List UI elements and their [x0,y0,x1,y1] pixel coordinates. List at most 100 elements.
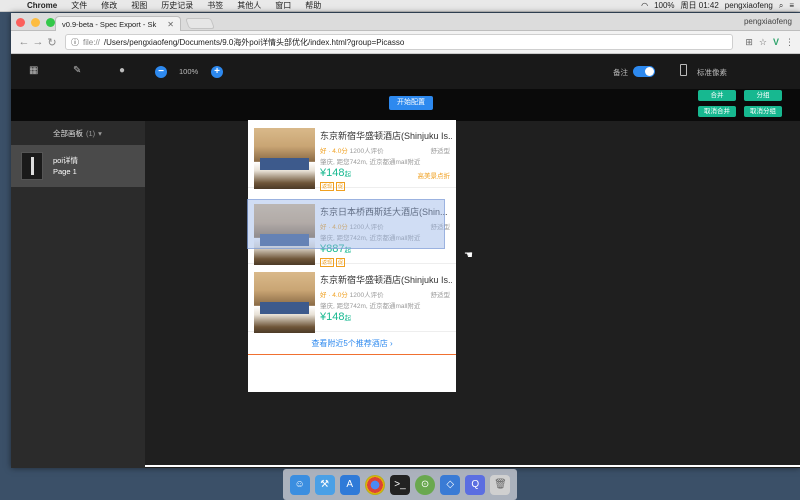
ungroup-button[interactable]: 取消分组 [744,106,782,117]
tab-title: v0.9-beta - Spec Export - Sk [62,19,157,29]
notes-toggle-label: 备注 [613,68,628,77]
review-count: 1200人评价 [349,292,384,299]
notes-edit-icon[interactable]: ✎ [73,65,81,76]
view-more-link[interactable]: 查看附近5个推荐酒店 › [248,338,456,349]
new-tab-button[interactable] [184,18,216,29]
score-value: 好 · 4.0分 [320,148,348,155]
quicktime-icon[interactable]: Q [465,474,486,495]
color-drop-icon[interactable]: ● [119,65,125,76]
artboard-count: (1) [86,128,96,138]
chrome-icon[interactable] [364,474,385,495]
zoom-level: 100% [179,67,199,76]
hotel-type: 舒适型 [430,148,451,155]
reload-icon[interactable]: ↻ [45,36,59,49]
mac-dock: ☺ ⚒ A >_ ⊙ ◇ Q 🗑 [283,469,517,500]
url-path: /Users/pengxiaofeng/Documents/9.0海外poi详情… [103,37,405,47]
trash-icon[interactable]: 🗑 [490,474,511,495]
notes-toggle[interactable] [633,66,655,77]
page-info-icon[interactable]: ⓘ [71,37,79,48]
menu-list-icon[interactable]: ≡ [789,1,794,10]
price-value: ¥148 [320,167,345,179]
xcode-icon[interactable]: ⚒ [314,474,335,495]
hotel-card[interactable]: 东京新宿华盛顿酒店(Shinjuku Is... 好 · 4.0分 1200人评… [248,264,456,333]
price-unit: 起 [344,171,351,178]
artboard-poi-detail[interactable]: 东京新宿华盛顿酒店(Shinjuku Is... 好 · 4.0分 1200人评… [248,120,456,392]
group-button[interactable]: 分组 [744,90,782,101]
bookmark-star-icon[interactable]: ☆ [759,37,767,48]
forward-icon[interactable]: → [31,36,45,48]
hotel-location: 肇庆, 距您742m, 近京都通mall附近 [320,159,421,166]
vue-devtools-icon[interactable]: V [773,37,779,47]
design-canvas[interactable] [145,121,800,468]
tab-close-icon[interactable]: ✕ [167,20,174,29]
menu-app-name[interactable]: Chrome [20,1,64,10]
browser-toolbar: ← → ↻ ⓘ file:///Users/pengxiaofeng/Docum… [11,31,800,54]
clock-label[interactable]: 周日 01:42 [681,0,719,11]
hotel-name: 东京新宿华盛顿酒店(Shinjuku Is... [320,131,452,141]
menu-item-edit[interactable]: 修改 [94,0,124,11]
menubar-status-area: ◠ 100% 周日 01:42 pengxiaofeng ⌕ ≡ [641,0,800,11]
back-icon[interactable]: ← [17,36,31,48]
score-value: 好 · 4.0分 [320,292,348,299]
window-controls [16,18,55,27]
unmerge-button[interactable]: 取消合并 [698,106,736,117]
window-bottom-edge [145,465,800,467]
finder-icon[interactable]: ☺ [289,474,310,495]
merge-button[interactable]: 合并 [698,90,736,101]
hotel-photo [254,272,315,333]
search-icon[interactable]: ⌕ [779,1,783,11]
hotel-card[interactable]: 东京新宿华盛顿酒店(Shinjuku Is... 好 · 4.0分 1200人评… [248,120,456,191]
artboard-filter-label: 全部画板 [53,128,83,138]
tag: 返现 [320,182,335,191]
menu-item-bookmarks[interactable]: 书签 [200,0,230,11]
artboard-filter[interactable]: 全部画板 (1) ▾ [11,121,145,145]
sidebar-item-page: Page 1 [53,167,77,176]
terminal-icon[interactable]: >_ [389,474,410,495]
price-value: ¥148 [320,311,345,323]
start-config-button[interactable]: 开始配置 [389,96,433,110]
sidebar-item-title: poi详情 [53,156,79,165]
chevron-down-icon: ▾ [98,128,102,138]
sourcetree-icon[interactable]: ⊙ [415,474,436,495]
hotel-tags: 返现 促 [320,182,346,191]
profile-name[interactable]: pengxiaofeng [744,17,792,26]
unit-label[interactable]: 标准像素 [697,67,727,78]
tab-strip: v0.9-beta - Spec Export - Sk ✕ pengxiaof… [11,13,800,31]
battery-label[interactable]: 100% [654,1,674,10]
menu-item-file[interactable]: 文件 [64,0,94,11]
hotel-promo: 高美景点折 [417,173,451,180]
sidebar-item-poi-detail[interactable]: poi详情 Page 1 [11,145,145,187]
zoom-out-button[interactable]: − [155,66,167,78]
section-divider [248,354,456,355]
tag: 促 [336,182,346,191]
hotel-photo [254,128,315,189]
menu-item-help[interactable]: 帮助 [298,0,328,11]
chrome-menu-icon[interactable]: ⋮ [785,37,794,48]
hotel-location: 肇庆, 距您742m, 近京都通mall附近 [320,303,421,310]
menu-item-history[interactable]: 历史记录 [154,0,200,11]
hotel-score: 好 · 4.0分 1200人评价 [320,289,384,299]
action-bar: 开始配置 合并 分组 取消合并 取消分组 [11,89,800,121]
zoom-window-button[interactable] [46,18,55,27]
browser-tab[interactable]: v0.9-beta - Spec Export - Sk ✕ [55,16,181,31]
price-unit: 起 [344,315,351,322]
address-bar[interactable]: ⓘ file:///Users/pengxiaofeng/Documents/9… [65,34,734,50]
url-scheme: file:// [83,37,100,47]
hotel-name: 东京新宿华盛顿酒店(Shinjuku Is... [320,275,452,285]
minimize-window-button[interactable] [31,18,40,27]
device-icon[interactable] [680,64,687,76]
pointer-cursor-icon: ☚ [464,250,473,261]
drag-selection-ghost[interactable] [247,199,445,249]
menu-item-window[interactable]: 窗口 [268,0,298,11]
zoom-in-button[interactable]: + [211,66,223,78]
menubar-user[interactable]: pengxiaofeng [725,1,773,10]
app-store-icon[interactable]: A [339,474,360,495]
menu-item-people[interactable]: 其他人 [230,0,268,11]
artboard-sidebar: 全部画板 (1) ▾ poi详情 Page 1 [11,121,145,468]
artboards-icon[interactable]: ▦ [29,65,38,76]
sketch-icon[interactable]: ◇ [440,474,461,495]
menu-item-view[interactable]: 视图 [124,0,154,11]
translate-icon[interactable]: ⊞ [745,37,753,48]
close-window-button[interactable] [16,18,25,27]
wifi-icon[interactable]: ◠ [641,1,648,10]
